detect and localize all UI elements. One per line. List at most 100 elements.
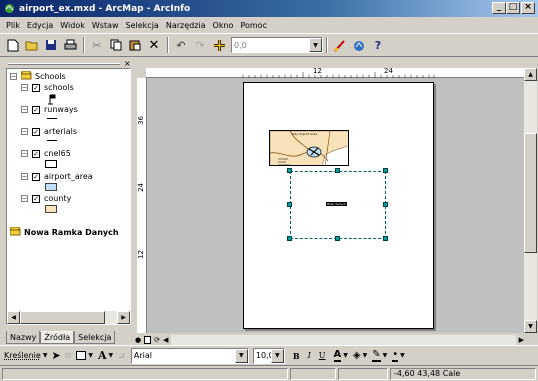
scroll-up-icon[interactable]: ▲ [524, 68, 537, 81]
tab-zrodla[interactable]: Źródła [40, 331, 75, 344]
line-color-icon[interactable]: ✎ [372, 349, 381, 362]
tab-selekcja[interactable]: Selekcja [74, 331, 116, 344]
data-view-icon[interactable]: ● [135, 336, 141, 344]
minimize-button[interactable]: _ [492, 2, 506, 14]
editor-toolbar-icon[interactable] [331, 36, 349, 54]
chevron-down-icon[interactable]: ▼ [43, 352, 48, 359]
scroll-left-icon[interactable]: ◀ [7, 311, 20, 324]
selection-handle[interactable] [335, 168, 340, 173]
scroll-left-icon[interactable]: ◀ [163, 336, 168, 344]
add-data-icon[interactable] [210, 36, 228, 54]
selection-handle[interactable] [383, 168, 388, 173]
chevron-down-icon[interactable]: ▼ [309, 38, 322, 52]
layer-runways[interactable]: − ✓ runways [21, 105, 78, 114]
layout-view-icon[interactable] [144, 335, 152, 344]
new-text-icon[interactable]: A [98, 349, 107, 362]
selection-handle[interactable] [335, 236, 340, 241]
font-size-combo[interactable]: 10,00 ▼ [252, 347, 285, 364]
chevron-down-icon[interactable]: ▼ [383, 352, 388, 359]
bold-button[interactable]: B [293, 351, 300, 361]
collapse-icon[interactable]: − [21, 173, 28, 180]
select-elements-icon[interactable]: ➤ [51, 349, 60, 362]
collapse-icon[interactable]: − [21, 128, 28, 135]
close-icon[interactable]: × [124, 59, 131, 68]
collapse-icon[interactable]: − [10, 73, 17, 80]
rotate-icon[interactable]: ⊙ [65, 351, 72, 360]
font-name-combo[interactable]: Arial ▼ [130, 347, 249, 364]
chevron-down-icon[interactable]: ▼ [363, 352, 368, 359]
chevron-down-icon[interactable]: ▼ [343, 352, 348, 359]
visibility-checkbox[interactable]: ✓ [32, 127, 40, 136]
visibility-checkbox[interactable]: ✓ [32, 105, 40, 114]
selection-handle[interactable] [383, 236, 388, 241]
map-scale-combo[interactable]: 0,0 ▼ [231, 37, 323, 53]
delete-icon[interactable]: ✕ [145, 36, 163, 54]
data-frame-new[interactable]: Nowa Ramka Danych [9, 226, 119, 238]
menu-widok[interactable]: Widok [60, 21, 85, 30]
layer-schools[interactable]: − ✓ schools [21, 83, 74, 92]
chevron-down-icon[interactable]: ▼ [109, 352, 114, 359]
scroll-down-icon[interactable]: ▼ [524, 320, 537, 333]
selection-handle[interactable] [287, 202, 292, 207]
menu-okno[interactable]: Okno [213, 21, 234, 30]
layer-airport-area[interactable]: − ✓ airport_area [21, 172, 93, 181]
collapse-icon[interactable]: − [21, 84, 28, 91]
data-frame-schools[interactable]: − Schools [10, 70, 66, 82]
visibility-checkbox[interactable]: ✓ [32, 172, 40, 181]
scroll-thumb[interactable] [524, 133, 537, 253]
selection-handle[interactable] [287, 168, 292, 173]
menu-edycja[interactable]: Edycja [27, 21, 53, 30]
menu-wstaw[interactable]: Wstaw [92, 21, 119, 30]
selection-handle[interactable] [287, 236, 292, 241]
toc-horizontal-scrollbar[interactable]: ◀ ▶ [7, 311, 130, 324]
visibility-checkbox[interactable]: ✓ [32, 149, 40, 158]
scroll-thumb[interactable] [20, 311, 105, 324]
new-document-icon[interactable] [4, 36, 22, 54]
visibility-checkbox[interactable]: ✓ [32, 194, 40, 203]
chevron-down-icon[interactable]: ▼ [234, 348, 248, 363]
selection-handle[interactable] [383, 202, 388, 207]
copy-icon[interactable] [107, 36, 125, 54]
layout-vertical-scrollbar[interactable]: ▲ ▼ [524, 68, 537, 333]
chevron-down-icon[interactable]: ▼ [88, 352, 93, 359]
collapse-icon[interactable]: − [21, 106, 28, 113]
visibility-checkbox[interactable]: ✓ [32, 83, 40, 92]
save-icon[interactable] [42, 36, 60, 54]
drawing-menu-button[interactable]: Kreślenie [4, 351, 41, 360]
menu-pomoc[interactable]: Pomoc [240, 21, 267, 30]
scroll-right-icon[interactable]: ▶ [117, 311, 130, 324]
map-data-frame[interactable]: Gdy Airport Area [269, 130, 349, 166]
menu-selekcja[interactable]: Selekcja [126, 21, 159, 30]
marker-color-icon[interactable]: • [392, 349, 399, 362]
collapse-icon[interactable]: − [21, 150, 28, 157]
whats-this-help-icon[interactable]: ? [369, 36, 387, 54]
refresh-icon[interactable]: ⟳ [154, 336, 160, 344]
arctoolbox-icon[interactable] [350, 36, 368, 54]
redo-icon[interactable]: ↷ [191, 36, 209, 54]
collapse-icon[interactable]: − [21, 195, 28, 202]
undo-icon[interactable]: ↶ [172, 36, 190, 54]
font-color-button[interactable]: A [333, 349, 342, 362]
edit-vertices-icon[interactable]: ⊿ [118, 351, 125, 360]
layout-horizontal-scrollbar[interactable] [171, 334, 516, 345]
scroll-right-icon[interactable]: ▶ [519, 336, 524, 344]
layer-county[interactable]: − ✓ county [21, 194, 71, 203]
maximize-button[interactable]: □ [506, 2, 520, 14]
print-icon[interactable] [61, 36, 79, 54]
selected-data-frame[interactable]: Brak danych [290, 171, 386, 239]
paste-icon[interactable] [126, 36, 144, 54]
italic-button[interactable]: I [308, 351, 311, 360]
grip-handle[interactable] [8, 63, 120, 65]
tab-nazwy[interactable]: Nazwy [6, 331, 41, 344]
cut-icon[interactable]: ✂ [88, 36, 106, 54]
layer-cnel65[interactable]: − ✓ cnel65 [21, 149, 71, 158]
menu-narzedzia[interactable]: Narzędzia [166, 21, 206, 30]
layer-arterials[interactable]: − ✓ arterials [21, 127, 77, 136]
menu-plik[interactable]: Plik [6, 21, 20, 30]
open-folder-icon[interactable] [23, 36, 41, 54]
chevron-down-icon[interactable]: ▼ [400, 352, 405, 359]
underline-button[interactable]: U [319, 351, 326, 360]
rectangle-tool-icon[interactable] [76, 351, 87, 360]
fill-color-icon[interactable]: ◈ [353, 350, 361, 361]
chevron-down-icon[interactable]: ▼ [270, 348, 284, 363]
